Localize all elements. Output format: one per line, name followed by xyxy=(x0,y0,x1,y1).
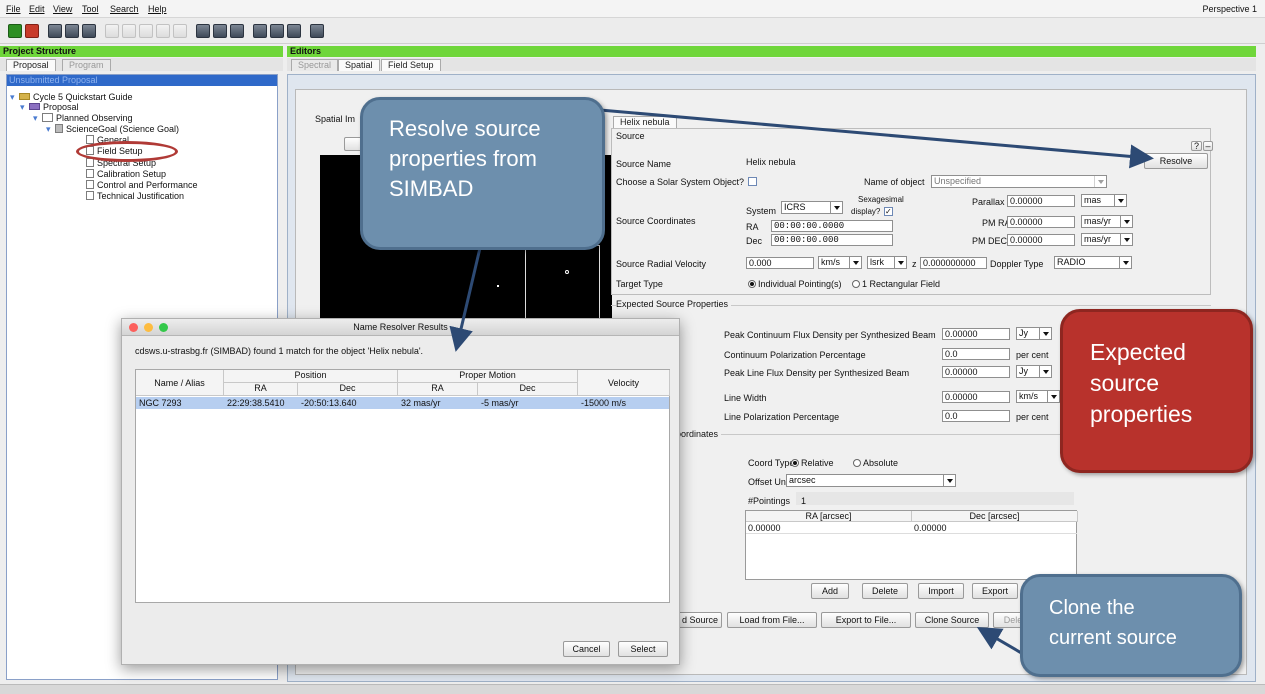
arrow-to-resolve xyxy=(599,108,1154,169)
callout-line: properties from xyxy=(389,146,537,171)
callout-line: Expected xyxy=(1090,339,1186,365)
callout-resolve: Resolve source properties from SIMBAD xyxy=(360,97,605,250)
callout-expected: Expected source properties xyxy=(1060,309,1253,473)
arrow-to-resolver-message xyxy=(449,247,482,352)
callout-line: SIMBAD xyxy=(389,176,474,201)
callout-line: Clone the xyxy=(1049,597,1135,619)
callout-line: source xyxy=(1090,370,1160,396)
callout-line: properties xyxy=(1090,401,1193,427)
callout-line: current source xyxy=(1049,627,1177,649)
callout-clone: Clone the current source xyxy=(1020,574,1242,677)
callout-line: Resolve source xyxy=(389,116,541,141)
